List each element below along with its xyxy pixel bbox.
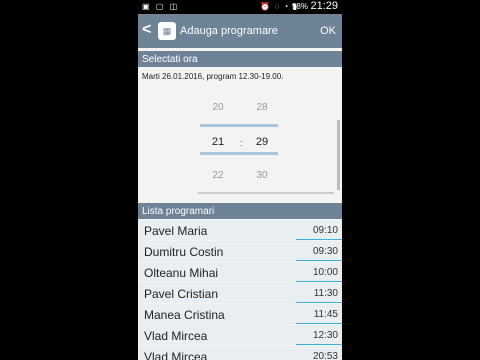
clock: 21:29 — [310, 0, 338, 12]
screen-title: Adauga programare — [180, 25, 278, 37]
battery-level: 98% — [291, 2, 308, 11]
picker-divider-top — [200, 124, 278, 127]
minute-prev[interactable]: 28 — [250, 102, 274, 113]
ok-button[interactable]: OK — [320, 25, 336, 37]
list-item[interactable]: Manea Cristina 11:45 — [138, 304, 342, 324]
row-divider — [296, 260, 342, 261]
hour-next[interactable]: 22 — [206, 170, 230, 181]
picker-divider-bottom — [200, 152, 278, 155]
time-picker[interactable]: 20 28 21 : 29 22 30 — [138, 96, 342, 192]
appointment-name: Olteanu Mihai — [144, 266, 219, 280]
appointment-list: Pavel Maria 09:10 Dumitru Costin 09:30 O… — [138, 220, 342, 360]
back-button[interactable]: < — [142, 21, 151, 39]
section-header-list: Lista programari — [138, 203, 342, 219]
section-header-time: Selectati ora — [138, 51, 342, 67]
date-info: Marti 26.01.2016, program 12.30-19.00. — [142, 72, 284, 81]
row-divider — [296, 281, 342, 282]
appointment-time: 11:45 — [313, 309, 338, 320]
action-bar: < ▦ Adauga programare OK — [138, 14, 342, 48]
appointment-name: Pavel Cristian — [144, 287, 219, 301]
calendar-icon: ▦ — [158, 22, 176, 40]
appointment-name: Manea Cristina — [144, 308, 225, 322]
section-title: Lista programari — [142, 206, 215, 217]
appointment-time: 11:30 — [313, 288, 338, 299]
row-divider — [296, 302, 342, 303]
appointment-name: Pavel Maria — [144, 224, 208, 238]
hour-selected[interactable]: 21 — [206, 136, 230, 148]
vertical-scrollbar[interactable] — [337, 120, 340, 190]
appointment-time: 12:30 — [312, 330, 338, 341]
row-divider — [296, 323, 342, 324]
appointment-name: Dumitru Costin — [144, 245, 224, 259]
minute-next[interactable]: 30 — [250, 170, 274, 181]
hour-prev[interactable]: 20 — [206, 102, 230, 113]
row-divider — [296, 239, 342, 240]
list-item[interactable]: Vlad Mircea 20:53 — [138, 346, 342, 360]
appointment-name: Vlad Mircea — [144, 329, 208, 343]
list-item[interactable]: Dumitru Costin 09:30 — [138, 241, 342, 261]
status-bar: ▣ ▢ ◫ ⏰ ◌ ◔ ▮ 98% 21:29 — [138, 0, 342, 14]
list-item[interactable]: Vlad Mircea 12:30 — [138, 325, 342, 345]
minute-selected[interactable]: 29 — [250, 136, 274, 148]
phone-screen: ▣ ▢ ◫ ⏰ ◌ ◔ ▮ 98% 21:29 < ▦ Adauga progr… — [138, 0, 342, 360]
time-separator: : — [240, 138, 243, 148]
section-title: Selectati ora — [142, 54, 198, 65]
row-divider — [296, 344, 342, 345]
list-item[interactable]: Pavel Cristian 11:30 — [138, 283, 342, 303]
appointment-time: 20:53 — [312, 351, 338, 360]
notification-icons: ▣ ▢ ◫ — [142, 2, 180, 11]
list-item[interactable]: Pavel Maria 09:10 — [138, 220, 342, 240]
appointment-name: Vlad Mircea — [144, 350, 208, 360]
appointment-time: 09:30 — [312, 246, 338, 257]
horizontal-scrollbar[interactable] — [198, 192, 334, 194]
list-item[interactable]: Olteanu Mihai 10:00 — [138, 262, 342, 282]
appointment-time: 10:00 — [312, 267, 338, 278]
appointment-time: 09:10 — [312, 225, 338, 236]
